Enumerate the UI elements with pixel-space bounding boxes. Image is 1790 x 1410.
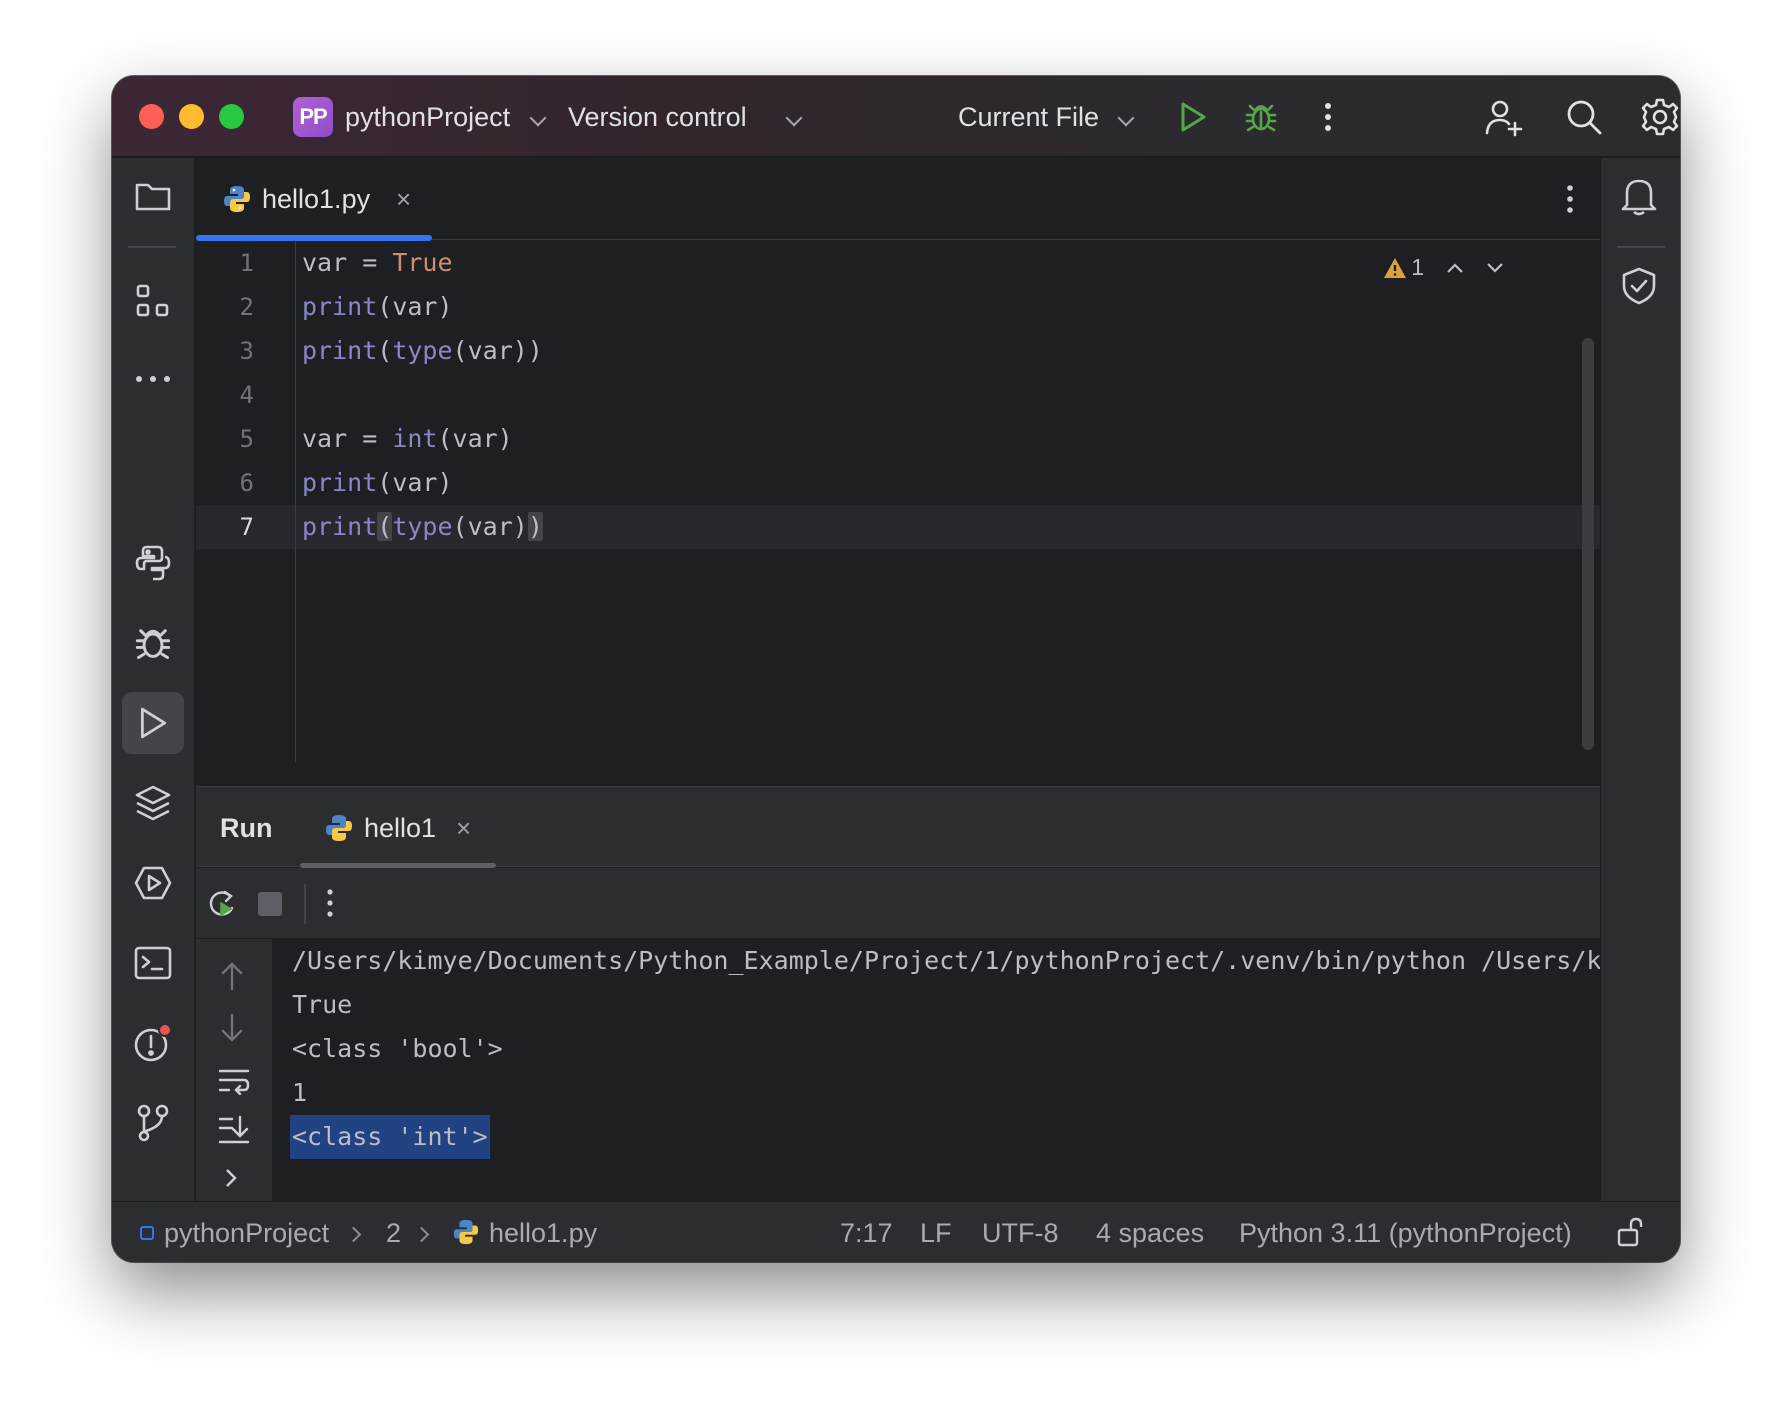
code-editor[interactable]: var = True print(var) print(type(var)) v… [302,241,1572,762]
gear-icon[interactable] [1639,96,1680,138]
scroll-to-end-icon[interactable] [218,1115,250,1145]
chevron-down-icon[interactable] [1486,262,1504,274]
rerun-icon[interactable] [206,888,238,920]
python-file-icon [452,1218,480,1246]
warning-icon [1384,257,1407,278]
code-line[interactable]: var = True [302,241,453,285]
chevron-up-icon[interactable] [1446,262,1464,274]
console-line: /Users/kimye/Documents/Python_Example/Pr… [292,946,1600,975]
chevron-down-icon[interactable] [1117,109,1135,127]
run-icon[interactable] [1172,96,1214,138]
chevron-right-icon[interactable] [224,1167,238,1189]
console-output[interactable]: /Users/kimye/Documents/Python_Example/Pr… [276,939,1600,1202]
code-line[interactable]: print(type(var)) [302,329,543,373]
chevron-right-icon [345,1226,362,1243]
left-tool-strip [112,158,195,1201]
run-panel-title: Run [220,813,273,843]
run-panel-header: Run hello1 × [196,787,1600,868]
python-console-icon[interactable] [122,532,184,594]
git-icon[interactable] [122,1092,184,1154]
console-line: <class 'bool'> [292,1034,503,1063]
console-line: 1 [292,1078,308,1107]
arrow-up-icon[interactable] [220,961,244,991]
line-separator[interactable]: LF [920,1216,952,1250]
title-bar: PP pythonProject Version control Current… [112,76,1680,157]
breadcrumb-project[interactable]: pythonProject [164,1216,329,1250]
line-number: 4 [239,381,254,409]
run-tab[interactable]: hello1 [364,811,436,845]
line-number: 5 [239,425,254,453]
editor-scrollbar[interactable] [1582,338,1594,750]
console-line: True [292,990,353,1019]
folder-icon[interactable] [122,165,184,227]
more-options-icon[interactable] [326,888,334,918]
search-icon[interactable] [1563,96,1605,138]
add-user-icon[interactable] [1483,96,1525,138]
structure-icon[interactable] [122,270,184,332]
ide-window: PP pythonProject Version control Current… [112,76,1680,1262]
shield-icon[interactable] [1621,266,1657,306]
line-number-gutter: 1 2 3 4 5 6 7 [196,241,296,762]
more-options-icon[interactable] [1307,96,1349,138]
python-file-icon [324,813,354,843]
editor-tab[interactable]: hello1.py × [196,158,432,241]
soft-wrap-icon[interactable] [218,1067,250,1095]
arrow-down-icon[interactable] [220,1013,244,1043]
run-panel: Run hello1 × /Users/kimye/Documents/Pyth… [196,786,1600,1202]
project-name[interactable]: pythonProject [345,100,510,134]
layers-icon[interactable] [122,772,184,834]
inspection-widget[interactable]: 1 [1383,254,1504,281]
right-tool-strip [1600,158,1680,1201]
close-tab-icon[interactable]: × [396,182,411,216]
services-icon[interactable] [122,852,184,914]
lock-icon[interactable] [1616,1216,1646,1248]
project-icon [140,1226,154,1240]
close-window-button[interactable] [139,104,164,129]
chevron-down-icon[interactable] [785,109,803,127]
warning-count: 1 [1411,254,1424,280]
breadcrumb-folder[interactable]: 2 [386,1216,401,1250]
console-line-selected: <class 'int'> [290,1115,490,1159]
run-toolbar [196,868,1600,938]
status-bar: pythonProject 2 hello1.py 7:17 LF UTF-8 … [112,1201,1680,1262]
python-file-icon [222,184,252,214]
debug-icon[interactable] [1240,96,1282,138]
minimize-window-button[interactable] [179,104,204,129]
editor-tab-label: hello1.py [262,184,371,214]
line-number: 6 [239,469,254,497]
run-tool-icon[interactable] [122,692,184,754]
caret-position[interactable]: 7:17 [840,1216,893,1250]
console-side-toolbar [196,939,272,1202]
close-run-tab-icon[interactable]: × [456,811,471,845]
breadcrumb-file[interactable]: hello1.py [489,1216,597,1250]
project-badge[interactable]: PP [293,97,333,137]
chevron-down-icon[interactable] [529,109,547,127]
terminal-icon[interactable] [122,932,184,994]
code-line[interactable]: print(var) [302,285,453,329]
debug-tool-icon[interactable] [122,612,184,674]
bell-icon[interactable] [1621,176,1657,216]
chevron-right-icon [413,1226,430,1243]
python-interpreter[interactable]: Python 3.11 (pythonProject) [1239,1216,1572,1250]
code-line[interactable]: var = int(var) [302,417,513,461]
more-tools-icon[interactable] [122,348,184,410]
tab-options-icon[interactable] [1566,184,1574,214]
problems-icon[interactable] [122,1012,184,1074]
indent-setting[interactable]: 4 spaces [1096,1216,1204,1250]
editor-area: hello1.py × 1 2 3 4 5 6 7 var = True pri… [196,158,1600,762]
line-number: 2 [239,293,254,321]
code-line[interactable]: print(var) [302,461,453,505]
line-number: 1 [239,249,254,277]
editor-tab-bar: hello1.py × [196,158,1600,241]
line-number: 3 [239,337,254,365]
run-config-selector[interactable]: Current File [958,100,1099,134]
code-line-current[interactable]: print(type(var)) [302,505,543,549]
file-encoding[interactable]: UTF-8 [982,1216,1059,1250]
vcs-menu[interactable]: Version control [568,100,747,134]
stop-icon[interactable] [258,892,282,916]
zoom-window-button[interactable] [219,104,244,129]
line-number-current: 7 [239,513,254,541]
